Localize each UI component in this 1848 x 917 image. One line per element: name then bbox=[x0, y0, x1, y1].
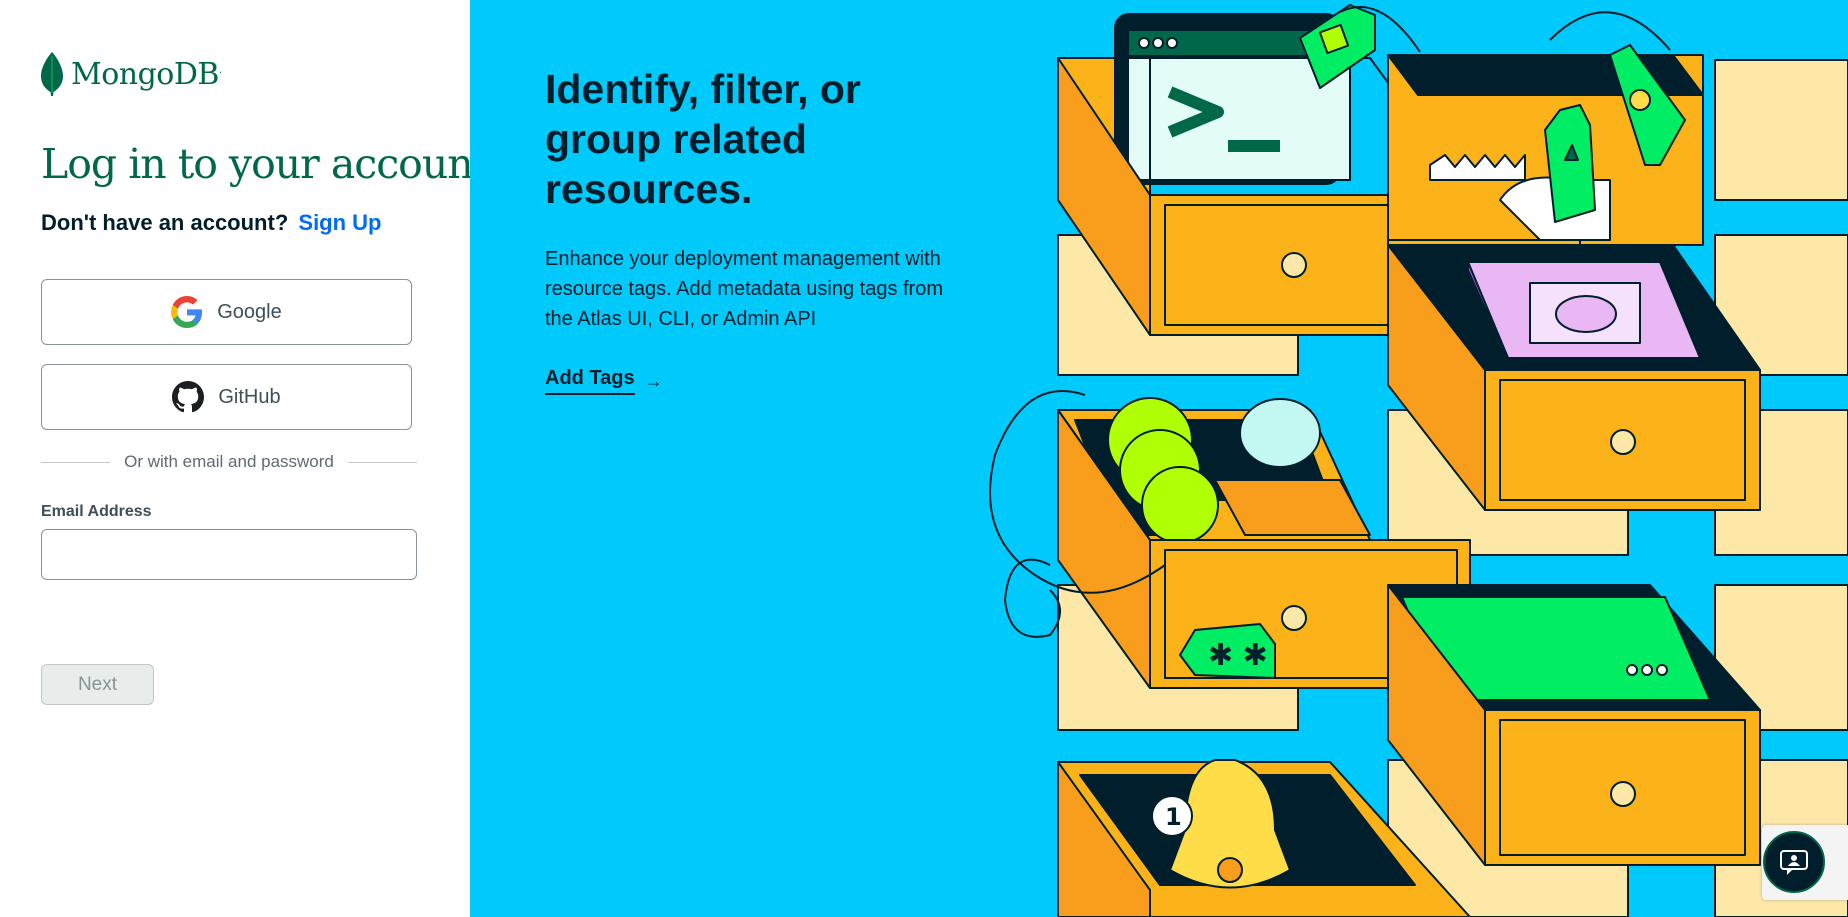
arrow-right-icon: → bbox=[644, 370, 663, 391]
email-label: Email Address bbox=[41, 503, 152, 520]
next-button[interactable]: Next bbox=[41, 664, 154, 705]
google-login-button[interactable]: Google bbox=[41, 279, 412, 345]
chat-support-button[interactable] bbox=[1763, 831, 1825, 893]
chat-support-icon bbox=[1780, 850, 1808, 875]
promo-panel: ✱ ✱ 1 Identify, filter, or group related… bbox=[470, 0, 1848, 917]
github-login-button[interactable]: GitHub bbox=[41, 364, 412, 430]
github-icon bbox=[172, 381, 205, 413]
promo-description: Enhance your deployment management with … bbox=[545, 248, 943, 330]
tag-text: ✱ ✱ bbox=[1208, 638, 1268, 673]
divider-line-right bbox=[347, 461, 418, 463]
divider-text: Or with email and password bbox=[124, 452, 334, 471]
github-label: GitHub bbox=[218, 385, 281, 408]
add-tags-label: Add Tags bbox=[545, 367, 635, 395]
login-title: Log in to your account bbox=[41, 140, 489, 188]
background-drawer bbox=[1714, 59, 1848, 201]
google-label: Google bbox=[217, 300, 282, 323]
brand-name: MongoDB. bbox=[71, 56, 222, 92]
leaf-icon bbox=[41, 52, 63, 96]
email-field[interactable] bbox=[41, 529, 417, 580]
google-icon bbox=[171, 296, 203, 328]
signup-prompt-text: Don't have an account? bbox=[41, 210, 289, 235]
add-tags-link[interactable]: Add Tags → bbox=[545, 367, 663, 395]
signup-link[interactable]: Sign Up bbox=[298, 210, 381, 235]
mongodb-logo[interactable]: MongoDB. bbox=[41, 52, 222, 96]
signup-prompt: Don't have an account? Sign Up bbox=[41, 210, 382, 236]
divider-line-left bbox=[41, 461, 111, 463]
notification-count: 1 bbox=[1165, 803, 1182, 831]
promo-title: Identify, filter, or group related resou… bbox=[545, 66, 861, 212]
or-divider: Or with email and password bbox=[41, 452, 418, 472]
login-panel: MongoDB. Log in to your account Don't ha… bbox=[0, 0, 489, 917]
